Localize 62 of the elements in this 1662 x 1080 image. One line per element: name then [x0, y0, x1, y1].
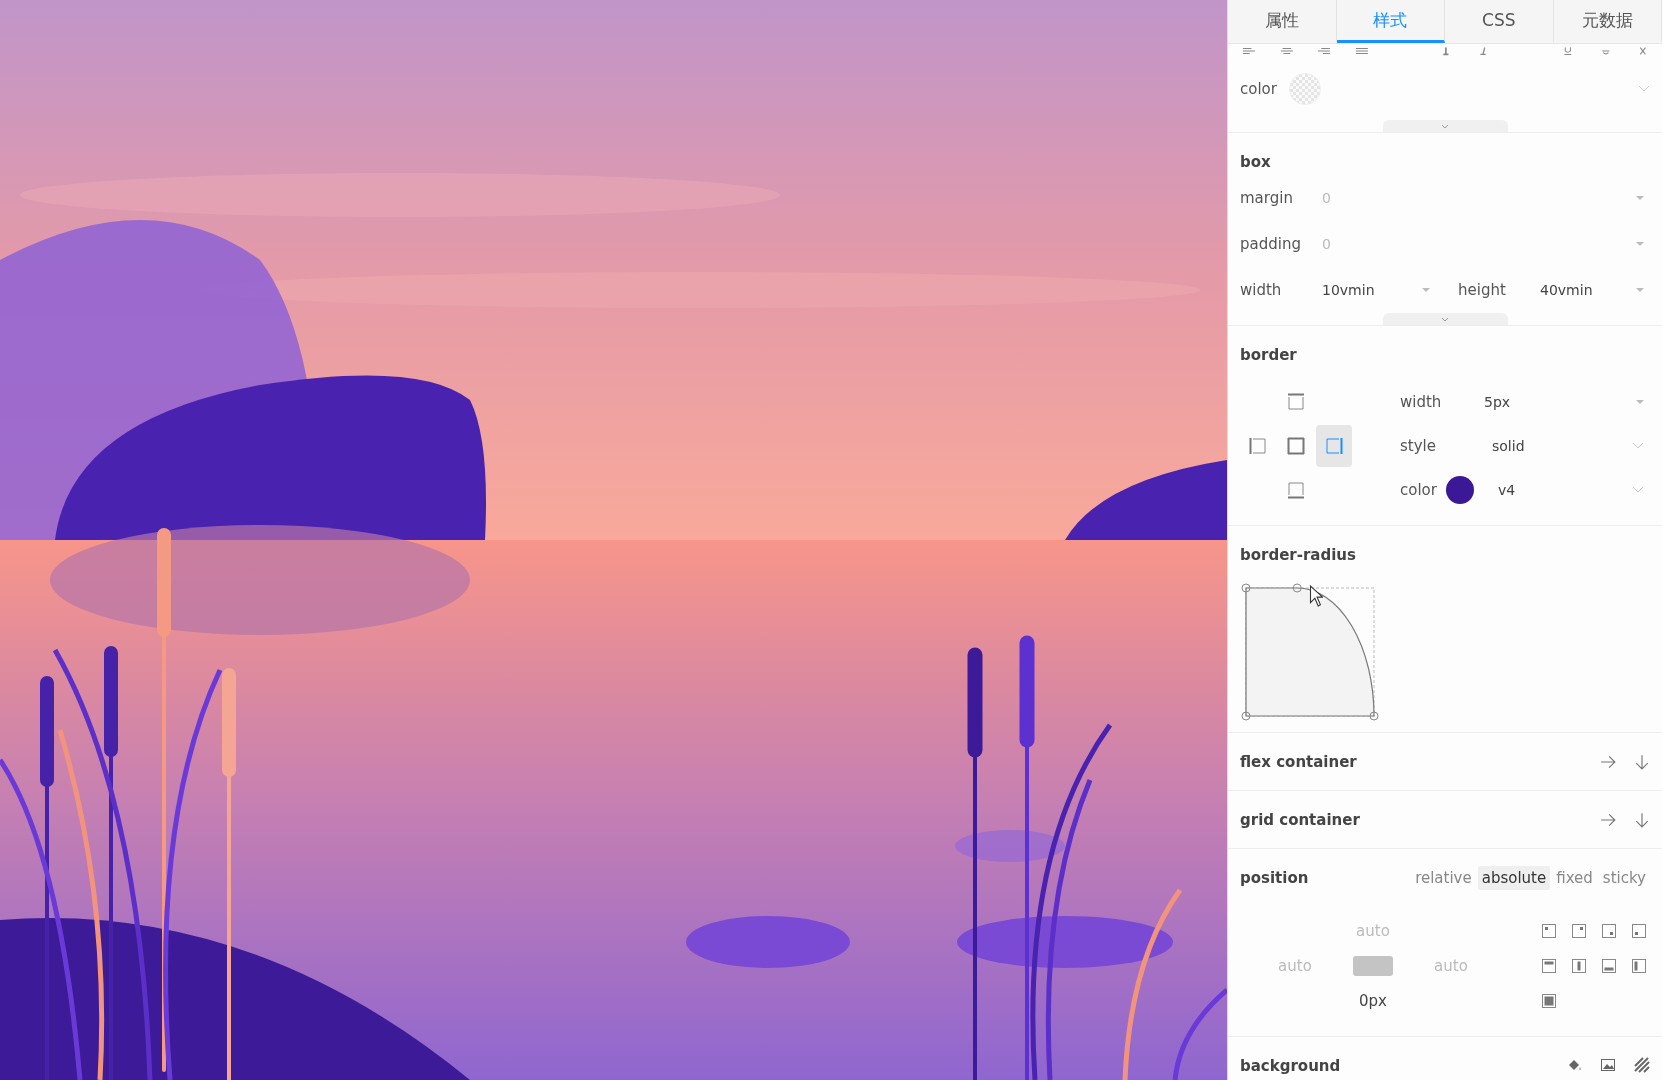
align-left-icon[interactable] — [1242, 46, 1256, 56]
align-right-icon[interactable] — [1317, 46, 1332, 56]
section-title: background — [1240, 1056, 1341, 1077]
field-label: style — [1400, 437, 1437, 455]
field-label: width — [1400, 393, 1443, 411]
height-field[interactable]: 40vmin — [1540, 275, 1650, 305]
position-preset-icon[interactable] — [1632, 958, 1646, 973]
cursor-icon — [1308, 585, 1323, 607]
arrow-right-icon[interactable] — [1600, 753, 1616, 770]
position-preset-icon[interactable] — [1602, 923, 1616, 938]
align-center-icon[interactable] — [1279, 46, 1294, 56]
border-all-icon[interactable] — [1287, 437, 1305, 455]
border-style-select[interactable]: solid — [1484, 431, 1650, 461]
border-width-field[interactable]: 5px — [1484, 387, 1650, 417]
field-label: color — [1400, 481, 1438, 499]
bottom-offset[interactable]: 0px — [1359, 991, 1387, 1010]
border-right-icon[interactable] — [1325, 437, 1343, 455]
chevron-down-icon[interactable] — [1441, 316, 1449, 322]
position-preset-icon[interactable] — [1542, 958, 1556, 973]
position-preset-icon[interactable] — [1542, 993, 1556, 1008]
color-swatch[interactable] — [1446, 476, 1474, 504]
section-title: box — [1240, 152, 1272, 173]
arrow-down-icon[interactable] — [1634, 811, 1650, 828]
position-preset-icon[interactable] — [1542, 923, 1556, 938]
position-option[interactable]: sticky — [1598, 866, 1650, 890]
arrow-down-icon[interactable] — [1634, 753, 1650, 770]
hatch-pattern-icon[interactable] — [1634, 1057, 1650, 1073]
border-top-icon[interactable] — [1287, 393, 1305, 411]
position-preset-icon[interactable] — [1602, 958, 1616, 973]
image-icon[interactable] — [1600, 1057, 1616, 1073]
section-title: grid container — [1240, 809, 1360, 831]
caret-down-icon[interactable] — [1422, 288, 1430, 292]
caret-down-icon[interactable] — [1636, 242, 1644, 246]
width-field[interactable]: 10vmin — [1322, 275, 1436, 305]
collapse-handle[interactable] — [1382, 313, 1508, 325]
arrow-right-icon[interactable] — [1600, 811, 1616, 828]
section-title: position — [1240, 868, 1309, 889]
section-title: border-radius — [1240, 545, 1357, 566]
caret-down-icon[interactable] — [1636, 400, 1644, 404]
position-preset-icon[interactable] — [1632, 923, 1646, 938]
field-label: margin — [1240, 189, 1294, 207]
align-justify-icon[interactable] — [1355, 46, 1369, 56]
position-option[interactable]: absolute — [1477, 866, 1551, 890]
field-label: height — [1458, 281, 1507, 299]
field-label: width — [1240, 281, 1283, 299]
position-preset-icon[interactable] — [1572, 923, 1586, 938]
border-color-select[interactable]: v4 — [1474, 475, 1650, 505]
position-option[interactable]: fixed — [1552, 866, 1597, 890]
border-radius-editor[interactable] — [1240, 582, 1380, 722]
border-bottom-icon[interactable] — [1287, 481, 1305, 499]
field-label: padding — [1240, 235, 1302, 253]
field-label: color — [1240, 80, 1277, 98]
section-title: flex container — [1240, 751, 1357, 773]
caret-down-icon[interactable] — [1636, 288, 1644, 292]
position-preset-icon[interactable] — [1572, 958, 1586, 973]
section-title: border — [1240, 345, 1298, 366]
collapse-handle[interactable] — [1382, 120, 1508, 132]
transparent-swatch[interactable] — [1288, 73, 1321, 105]
caret-down-icon[interactable] — [1636, 196, 1644, 200]
chevron-down-icon[interactable] — [1441, 123, 1449, 129]
element-box — [1353, 955, 1393, 976]
border-left-icon[interactable] — [1249, 437, 1267, 455]
